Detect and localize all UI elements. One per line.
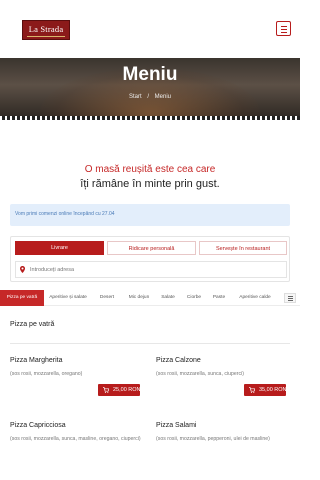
menu-item-description: (sos rosii, mozzarella, sunca, masline, … <box>10 436 141 442</box>
logo-text: La Strada <box>28 24 64 34</box>
menu-item-name: Pizza Calzone <box>156 357 201 364</box>
address-placeholder: Introduceți adresa <box>30 267 75 273</box>
list-icon-line <box>288 300 293 301</box>
category-paste[interactable]: Paste <box>208 290 230 306</box>
category-bar: Pizza pe vatră Aperitive și salate Deser… <box>0 290 300 306</box>
slogan-line-1: O masă reușită este cea care <box>84 164 216 175</box>
hamburger-icon-line <box>281 32 287 33</box>
category-aperitive-calde[interactable]: Aperitive calde <box>234 290 276 306</box>
menu-item-description: (sos rosii, mozzarella, oregano) <box>10 371 83 377</box>
page-title: Meniu <box>122 64 178 85</box>
add-to-cart-button[interactable]: 25,00 RON <box>98 384 141 396</box>
breadcrumb-separator: / <box>147 94 149 100</box>
add-to-cart-button[interactable]: 35,00 RON <box>244 384 287 396</box>
logo[interactable]: La Strada <box>22 20 70 40</box>
menu-item-description: (sos rosii, mozzarella, pepperoni, ulei … <box>156 436 270 442</box>
map-pin-icon <box>20 266 25 273</box>
category-mic-dejun[interactable]: Mic dejun <box>123 290 155 306</box>
online-orders-notice: Vom primi comenzi online începând cu 27.… <box>10 204 290 226</box>
section-title: Pizza pe vatră <box>10 321 55 328</box>
menu-item-name: Pizza Margherita <box>10 357 63 364</box>
category-aperitive-si-salate[interactable]: Aperitive și salate <box>46 290 90 306</box>
cart-icon <box>249 387 255 393</box>
category-desert[interactable]: Desert <box>94 290 120 306</box>
slogan-line-2: îți rămâne în minte prin gust. <box>80 178 220 190</box>
tab-delivery[interactable]: Livrare <box>15 241 104 255</box>
section-divider <box>10 343 290 344</box>
hero-banner: Meniu Start / Meniu <box>0 58 300 118</box>
breadcrumb: Start / Meniu <box>0 94 300 100</box>
logo-underline <box>27 36 65 37</box>
cart-icon <box>103 387 109 393</box>
list-icon-line <box>288 298 293 299</box>
category-pizza-pe-vatra[interactable]: Pizza pe vatră <box>0 290 44 306</box>
site-header: La Strada <box>0 0 300 58</box>
hamburger-icon-line <box>281 29 287 30</box>
list-icon <box>288 296 293 297</box>
menu-item-name: Pizza Salami <box>156 422 197 429</box>
menu-item-description: (sos rosii, mozzarella, sunca, ciuperci) <box>156 371 244 377</box>
category-salate[interactable]: Salate <box>157 290 179 306</box>
order-type-panel: Livrare Ridicare personală Servește în r… <box>10 236 290 282</box>
menu-item-price: 25,00 RON <box>113 387 141 393</box>
notice-text: Vom primi comenzi online începând cu 27.… <box>15 211 115 217</box>
category-ciorbe[interactable]: Ciorbe <box>183 290 205 306</box>
hamburger-menu-button[interactable] <box>276 21 291 36</box>
address-input[interactable]: Introduceți adresa <box>15 261 287 278</box>
menu-item-name: Pizza Capricciosa <box>10 422 66 429</box>
tab-pickup[interactable]: Ridicare personală <box>107 241 196 255</box>
hamburger-icon <box>281 26 287 27</box>
tab-dine-in[interactable]: Servește în restaurant <box>199 241 287 255</box>
hero-film-strip-divider <box>0 116 300 120</box>
menu-item-price: 35,00 RON <box>259 387 287 393</box>
more-categories-button[interactable] <box>284 293 296 303</box>
breadcrumb-current: Meniu <box>154 94 172 100</box>
breadcrumb-start-link[interactable]: Start <box>129 94 142 100</box>
